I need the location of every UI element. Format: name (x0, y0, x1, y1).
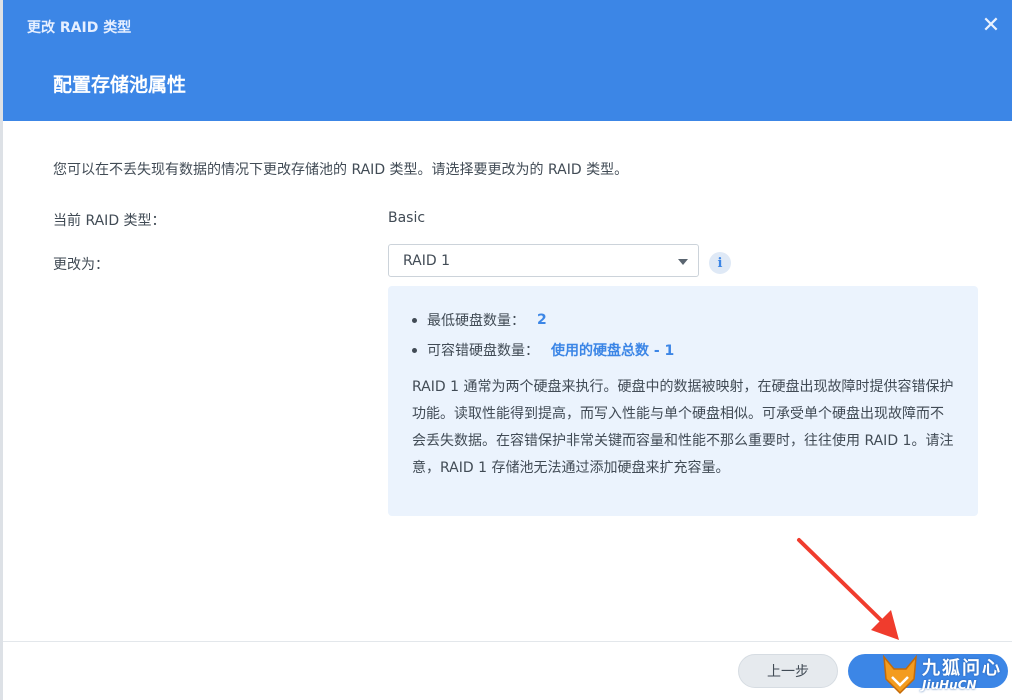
change-raid-dialog: 更改 RAID 类型 ✕ 配置存储池属性 您可以在不丢失现有数据的情况下更改存储… (3, 0, 1012, 700)
step-title: 配置存储池属性 (53, 74, 187, 96)
change-to-label: 更改为： (53, 257, 109, 273)
bullet-icon (412, 317, 417, 323)
min-disks-value: 2 (537, 312, 547, 328)
bullet-icon (412, 347, 417, 353)
raid-info-box: 最低硬盘数量： 2 可容错硬盘数量： 使用的硬盘总数 - 1 RAID 1 通常… (388, 286, 978, 516)
window-title: 更改 RAID 类型 (27, 20, 132, 36)
watermark: 九狐问心 JiuHuCN (878, 650, 1012, 700)
annotation-arrow-icon (797, 538, 899, 640)
fault-tolerance-item: 可容错硬盘数量： 使用的硬盘总数 - 1 (412, 340, 674, 360)
fox-logo-icon (883, 654, 917, 695)
min-disks-label: 最低硬盘数量： (427, 313, 525, 329)
fault-tolerance-value: 使用的硬盘总数 - 1 (551, 343, 675, 359)
description-text: 您可以在不丢失现有数据的情况下更改存储池的 RAID 类型。请选择要更改为的 R… (53, 162, 629, 178)
watermark-text: 九狐问心 (922, 658, 1002, 679)
raid-type-select[interactable]: RAID 1 (388, 244, 699, 277)
chevron-down-icon (678, 259, 688, 265)
close-button[interactable]: ✕ (976, 10, 1006, 40)
info-icon[interactable]: i (709, 252, 731, 274)
dialog-header: 更改 RAID 类型 ✕ 配置存储池属性 (3, 0, 1012, 121)
watermark-sub: JiuHuCN (922, 678, 977, 692)
close-icon: ✕ (981, 12, 1001, 38)
raid-type-selected: RAID 1 (403, 253, 451, 269)
min-disks-item: 最低硬盘数量： 2 (412, 310, 547, 330)
previous-button[interactable]: 上一步 (738, 654, 838, 688)
current-raid-label: 当前 RAID 类型： (53, 213, 166, 229)
raid-description: RAID 1 通常为两个硬盘来执行。硬盘中的数据被映射，在硬盘出现故障时提供容错… (412, 379, 954, 476)
current-raid-value: Basic (388, 210, 426, 226)
fault-tolerance-label: 可容错硬盘数量： (427, 343, 539, 359)
